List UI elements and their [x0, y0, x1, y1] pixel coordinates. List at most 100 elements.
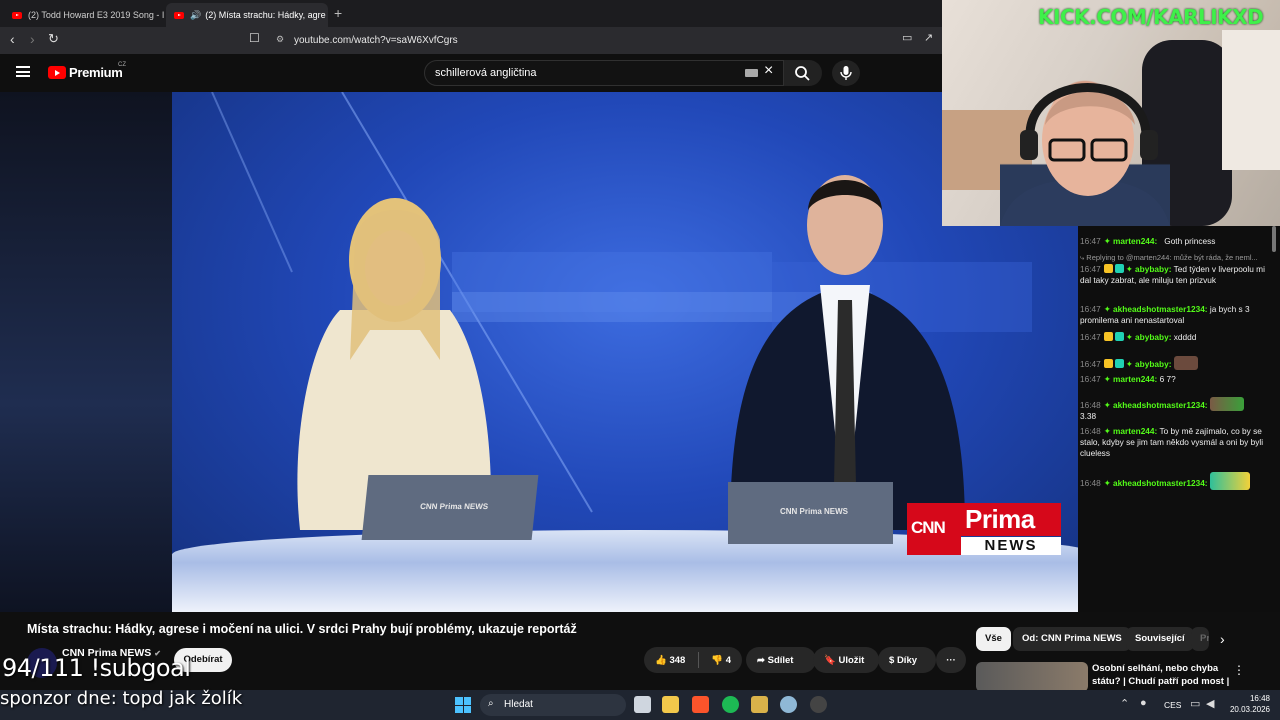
chat-text: Goth princess [1164, 236, 1216, 246]
search-icon [795, 66, 810, 81]
dislike-button[interactable]: 👎 4 [711, 655, 731, 666]
taskbar-search-label: Hledat [504, 699, 533, 710]
chat-time: 16:47 [1080, 359, 1101, 369]
kick-url-overlay: KICK.COM/KARLIKXD [1038, 5, 1264, 29]
laptop: CNN Prima NEWS [728, 482, 893, 544]
bookmark-icon[interactable]: ☐ [249, 31, 260, 45]
tab-label: (2) Místa strachu: Hádky, agre [205, 10, 326, 20]
file-explorer-icon[interactable] [662, 696, 679, 713]
anchor-man-figure [730, 175, 965, 530]
streamer-figure [1000, 83, 1170, 226]
browser-tab[interactable]: (2) Todd Howard E3 2019 Song - It Ju [4, 3, 164, 27]
news-anchor-man [710, 165, 980, 530]
forward-icon[interactable]: › [30, 31, 35, 47]
microphone-icon [840, 66, 852, 80]
kebab-menu-icon[interactable]: ⋮ [1233, 663, 1245, 677]
chat-message: 16:47 ✦ abybaby: xdddd [1080, 332, 1272, 343]
tray-chevron-icon[interactable]: ⌃ [1120, 697, 1129, 710]
crown-badge-icon [1103, 359, 1113, 368]
chat-scrollbar[interactable] [1272, 226, 1276, 252]
thanks-button[interactable]: $ Díky [878, 647, 936, 673]
diamond-icon: ✦ [1103, 400, 1114, 410]
network-icon[interactable]: ▭ [1190, 697, 1200, 710]
chat-message: 16:48 ✦ akheadshotmaster1234: 3.38 [1080, 397, 1272, 422]
chat-time: 16:47 [1080, 332, 1101, 342]
chat-user[interactable]: akheadshotmaster1234: [1113, 304, 1208, 314]
site-info-icon[interactable]: ⚙ [276, 34, 284, 45]
premium-label[interactable]: Premium [69, 65, 123, 80]
emote-icon [1209, 472, 1250, 490]
share-icon[interactable]: ↗ [924, 31, 933, 44]
like-button[interactable]: 👍 348 [655, 655, 685, 666]
like-dislike-group: 👍 348 👎 4 [644, 647, 742, 673]
crown-badge-icon [1103, 264, 1113, 273]
taskbar-clock[interactable]: 16:48 20.03.2026 [1226, 693, 1270, 715]
diamond-icon: ✦ [1125, 264, 1136, 274]
menu-icon[interactable] [16, 66, 30, 77]
chat-message: 16:47 ✦ abybaby: Ted týden v liverpoolu m… [1080, 264, 1272, 286]
back-icon[interactable]: ‹ [10, 31, 15, 47]
task-view-icon[interactable] [634, 696, 651, 713]
url-text: youtube.com/watch?v=saW6XvfCgrs [294, 35, 458, 46]
like-count: 348 [669, 654, 686, 666]
obs-icon[interactable] [810, 696, 827, 713]
search-button[interactable] [784, 60, 822, 86]
pip-icon[interactable]: ▭ [902, 31, 912, 44]
save-label: Uložit [838, 654, 865, 666]
diamond-icon: ✦ [1103, 478, 1114, 488]
address-bar[interactable]: ⚙ youtube.com/watch?v=saW6XvfCgrs [272, 31, 932, 50]
spotify-icon[interactable] [722, 696, 739, 713]
more-actions-button[interactable]: ··· [936, 647, 966, 673]
audio-icon[interactable]: 🔊 [190, 10, 201, 21]
chevron-right-icon[interactable]: › [1220, 631, 1225, 647]
thanks-icon: $ [889, 654, 897, 666]
save-button[interactable]: 🔖 Uložit [813, 647, 879, 673]
reload-icon[interactable]: ↻ [48, 31, 59, 47]
app-icon[interactable] [780, 696, 797, 713]
brave-browser-icon[interactable] [692, 696, 709, 713]
chat-user[interactable]: marten244: [1113, 236, 1157, 246]
cnn-logo: CNN [907, 503, 961, 555]
chat-user[interactable]: akheadshotmaster1234: [1113, 478, 1208, 488]
chat-user[interactable]: abybaby: [1135, 264, 1171, 274]
volume-icon[interactable]: ◀ [1206, 697, 1214, 710]
recommended-thumbnail[interactable] [976, 662, 1088, 692]
close-tab-icon[interactable]: × [326, 9, 328, 21]
chat-user[interactable]: marten244: [1113, 374, 1157, 384]
search-icon: ⌕ [488, 698, 494, 709]
diamond-icon: ✦ [1125, 332, 1136, 342]
mic-tray-icon[interactable]: ● [1140, 697, 1147, 709]
chip-channel[interactable]: Od: CNN Prima NEWS [1013, 627, 1131, 651]
thumbs-down-icon: 👎 [711, 654, 726, 666]
language-indicator[interactable]: CES [1164, 700, 1181, 710]
chip-all[interactable]: Vše [976, 627, 1011, 651]
browser-tab-active[interactable]: 🔊 (2) Místa strachu: Hádky, agre × [166, 3, 328, 27]
emote-icon [1173, 356, 1198, 370]
taskbar-search[interactable]: ⌕ Hledat [480, 694, 626, 716]
laptop: CNN Prima NEWS [361, 475, 539, 540]
clock-date: 20.03.2026 [1229, 705, 1270, 714]
subgoal-overlay: 94/111 !subgoal [2, 654, 191, 682]
chip-related[interactable]: Související [1126, 627, 1194, 651]
clear-search-icon[interactable]: × [764, 62, 773, 80]
youtube-logo-icon[interactable] [48, 66, 66, 79]
laptop-label: CNN Prima NEWS [419, 502, 489, 511]
chat-user[interactable]: abybaby: [1135, 332, 1171, 342]
search-input[interactable]: schillerová angličtina [424, 60, 784, 86]
windows-start-icon[interactable] [455, 697, 471, 713]
video-title: Místa strachu: Hádky, agrese i močení na… [27, 622, 577, 636]
new-tab-icon[interactable]: + [334, 5, 342, 21]
clock-time: 16:48 [1249, 694, 1270, 703]
chat-time: 16:47 [1080, 236, 1101, 246]
chat-user[interactable]: marten244: [1113, 426, 1157, 436]
share-button[interactable]: ➦ Sdílet [746, 647, 816, 673]
chat-user[interactable]: akheadshotmaster1234: [1113, 400, 1208, 410]
youtube-favicon-icon [12, 11, 22, 19]
chat-text: 3.38 [1080, 411, 1097, 421]
divider [697, 652, 699, 668]
app-icon[interactable] [751, 696, 768, 713]
chat-user[interactable]: abybaby: [1135, 359, 1171, 369]
voice-search-button[interactable] [832, 60, 860, 86]
keyboard-icon[interactable] [745, 69, 758, 77]
chip-more[interactable]: Pr [1191, 627, 1209, 651]
